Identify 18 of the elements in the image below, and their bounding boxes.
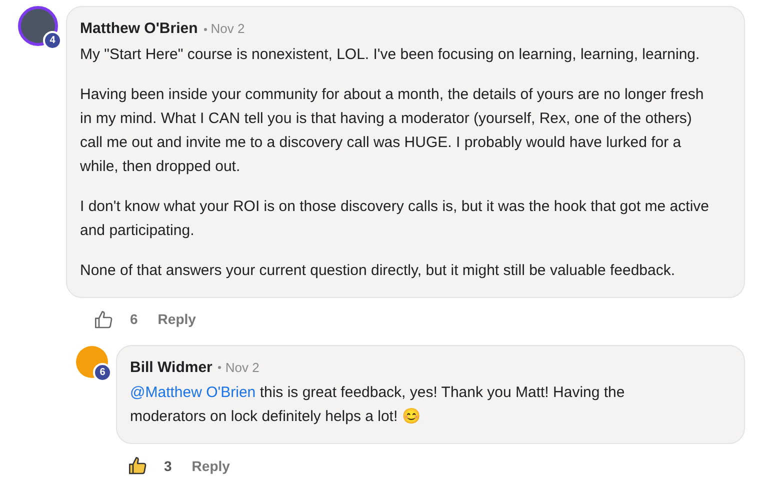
level-badge: 4	[43, 31, 62, 50]
like-count: 3	[164, 456, 172, 476]
comment-text: None of that answers your current question directly, but it might still be valuable feedback.	[80, 260, 676, 280]
like-count: 6	[130, 310, 138, 329]
comment-text: Having been inside your community for about a month, the details of yours are no longer fresh in my mind. What I CAN tell you is that having a moderator (yourself, Rex, one of the others) call me out and invite me to a discovery call was HUGE. I probably would have lurked for a while, then dropped out.	[80, 84, 705, 176]
post-date: Nov 2	[210, 20, 245, 38]
post-date: Nov 2	[225, 358, 260, 376]
level-badge: 6	[93, 362, 112, 382]
author-name[interactable]: Matthew O'Brien	[80, 18, 198, 40]
reply-button[interactable]: Reply	[158, 309, 196, 330]
like-button[interactable]: 6	[94, 309, 150, 330]
comment-text: My "Start Here" course is nonexistent, LOL. I've been focusing on learning, learning, learning.	[80, 44, 701, 64]
like-button[interactable]: 3	[128, 456, 184, 476]
reply-button[interactable]: Reply	[192, 456, 230, 476]
comment-text: @Matthew O'Brien this is great feedback, yes! Thank you Matt! Having the moderators on lock definitely helps a lot! 😊	[130, 383, 626, 427]
comment-text: I don't know what your ROI is on those discovery calls is, but it was the hook that got me active and participating.	[80, 196, 710, 240]
author-name[interactable]: Bill Widmer	[130, 356, 212, 379]
mention-link[interactable]: @Matthew O'Brien	[130, 384, 256, 401]
